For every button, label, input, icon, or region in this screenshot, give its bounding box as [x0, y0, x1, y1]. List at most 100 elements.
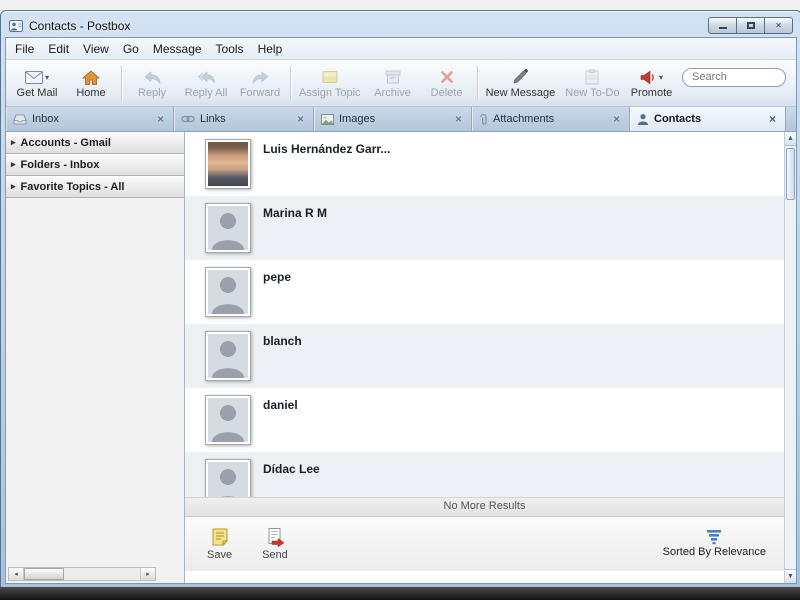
- contact-name: pepe: [263, 270, 292, 284]
- person-icon: [637, 113, 649, 125]
- image-icon: [321, 113, 334, 125]
- forward-button[interactable]: Forward: [233, 62, 287, 104]
- client-area: File Edit View Go Message Tools Help ▾ G…: [5, 37, 797, 584]
- get-mail-button[interactable]: ▾ Get Mail: [10, 62, 64, 104]
- new-todo-label: New To-Do: [565, 86, 620, 99]
- sort-order-control[interactable]: Sorted By Relevance: [663, 530, 766, 558]
- tab-label: Links: [200, 113, 226, 125]
- menu-tools[interactable]: Tools: [209, 40, 251, 58]
- sidebar-section-favorite-topics[interactable]: ▸ Favorite Topics - All: [6, 176, 184, 198]
- contact-row[interactable]: pepe: [185, 260, 784, 324]
- menu-file[interactable]: File: [8, 40, 41, 58]
- maximize-button[interactable]: [737, 17, 765, 34]
- forward-icon: [252, 70, 269, 84]
- close-button[interactable]: ✕: [765, 17, 793, 34]
- contact-name: Dídac Lee: [263, 462, 320, 476]
- toolbar-separator: [290, 66, 291, 100]
- archive-button[interactable]: Archive: [366, 62, 420, 104]
- tab-close-icon[interactable]: ×: [453, 113, 464, 125]
- menu-go[interactable]: Go: [116, 40, 146, 58]
- inbox-icon: [13, 114, 27, 125]
- vertical-scrollbar[interactable]: ▲ ▼: [784, 132, 796, 583]
- send-button[interactable]: Send: [262, 527, 288, 561]
- home-button[interactable]: Home: [64, 62, 118, 104]
- close-icon: ✕: [775, 20, 782, 30]
- app-window: Contacts - Postbox ✕ File Edit View Go M…: [0, 10, 800, 589]
- toolbar-separator: [121, 66, 122, 100]
- menu-edit[interactable]: Edit: [41, 40, 76, 58]
- footer-toolbar: Save Send Sorted By Relevance: [185, 517, 784, 571]
- scroll-up-arrow-icon[interactable]: ▲: [785, 132, 796, 146]
- scrollbar-thumb[interactable]: [24, 568, 64, 580]
- contact-avatar-placeholder: [205, 203, 251, 253]
- scrollbar-thumb[interactable]: [786, 148, 795, 200]
- contacts-panel: Luis Hernández Garr... Marina R M pepe b…: [185, 132, 796, 583]
- menu-help[interactable]: Help: [251, 40, 290, 58]
- contact-row[interactable]: Dídac Lee: [185, 452, 784, 497]
- sorted-label: Sorted By Relevance: [662, 546, 766, 558]
- delete-label: Delete: [430, 86, 463, 99]
- tab-attachments[interactable]: Attachments ×: [472, 107, 630, 131]
- new-message-button[interactable]: New Message: [481, 62, 561, 104]
- promote-label: Promote: [630, 86, 673, 99]
- sidebar-section-label: Folders - Inbox: [20, 158, 100, 171]
- paperclip-icon: [479, 113, 488, 126]
- menu-view[interactable]: View: [76, 40, 116, 58]
- home-icon: [82, 69, 100, 85]
- sidebar-section-folders[interactable]: ▸ Folders - Inbox: [6, 154, 184, 176]
- no-more-results: No More Results: [185, 497, 784, 517]
- menubar: File Edit View Go Message Tools Help: [6, 38, 796, 60]
- window-controls: ✕: [708, 17, 793, 34]
- contact-row[interactable]: Marina R M: [185, 196, 784, 260]
- minimize-button[interactable]: [708, 17, 737, 34]
- new-todo-button[interactable]: New To-Do: [560, 62, 624, 104]
- tab-label: Images: [339, 113, 376, 125]
- reply-icon: [144, 70, 161, 84]
- pencil-icon: [512, 69, 529, 85]
- tab-label: Attachments: [493, 113, 555, 125]
- promote-button[interactable]: ▾ Promote: [624, 62, 678, 104]
- contact-name: Luis Hernández Garr...: [263, 142, 391, 156]
- contact-row[interactable]: Luis Hernández Garr...: [185, 132, 784, 196]
- sidebar-horizontal-scrollbar[interactable]: ◂ ▸: [8, 567, 156, 581]
- delete-button[interactable]: Delete: [420, 62, 474, 104]
- tab-links[interactable]: Links ×: [174, 107, 314, 131]
- contact-row[interactable]: daniel: [185, 388, 784, 452]
- send-label: Send: [262, 549, 288, 561]
- tabbar-filler: [786, 107, 796, 131]
- reply-button[interactable]: Reply: [125, 62, 179, 104]
- reply-all-button[interactable]: Reply All: [179, 62, 233, 104]
- mail-icon: [24, 70, 43, 84]
- tab-close-icon[interactable]: ×: [611, 113, 622, 125]
- taskbar-strip: [0, 587, 800, 600]
- tab-label: Contacts: [654, 113, 702, 125]
- sort-funnel-icon: [706, 530, 722, 545]
- scroll-left-arrow-icon[interactable]: ◂: [9, 568, 24, 580]
- tab-close-icon[interactable]: ×: [295, 113, 306, 125]
- contact-avatar-placeholder: [205, 459, 251, 497]
- tab-inbox[interactable]: Inbox ×: [6, 107, 174, 131]
- tab-contacts[interactable]: Contacts ×: [630, 107, 786, 131]
- tabbar: Inbox × Links × Images × Attachments × C…: [6, 107, 796, 132]
- sidebar-section-accounts[interactable]: ▸ Accounts - Gmail: [6, 132, 184, 154]
- tab-close-icon[interactable]: ×: [767, 113, 778, 125]
- archive-box-icon: [385, 70, 401, 84]
- tab-close-icon[interactable]: ×: [155, 113, 166, 125]
- archive-label: Archive: [374, 86, 411, 99]
- contact-avatar-placeholder: [205, 395, 251, 445]
- scroll-right-arrow-icon[interactable]: ▸: [140, 568, 155, 580]
- dropdown-caret-icon: ▾: [44, 72, 49, 82]
- search-input[interactable]: [682, 67, 786, 87]
- sidebar-section-label: Accounts - Gmail: [20, 136, 111, 149]
- titlebar[interactable]: Contacts - Postbox ✕: [1, 11, 800, 37]
- main-area: ▸ Accounts - Gmail ▸ Folders - Inbox ▸ F…: [6, 132, 796, 583]
- search-container: [682, 67, 786, 87]
- save-button[interactable]: Save: [207, 527, 232, 561]
- contact-avatar-placeholder: [205, 331, 251, 381]
- scroll-down-arrow-icon[interactable]: ▼: [785, 569, 796, 583]
- menu-message[interactable]: Message: [146, 40, 209, 58]
- contact-row[interactable]: blanch: [185, 324, 784, 388]
- tab-images[interactable]: Images ×: [314, 107, 472, 131]
- assign-topic-button[interactable]: Assign Topic: [294, 62, 366, 104]
- tab-label: Inbox: [32, 113, 59, 125]
